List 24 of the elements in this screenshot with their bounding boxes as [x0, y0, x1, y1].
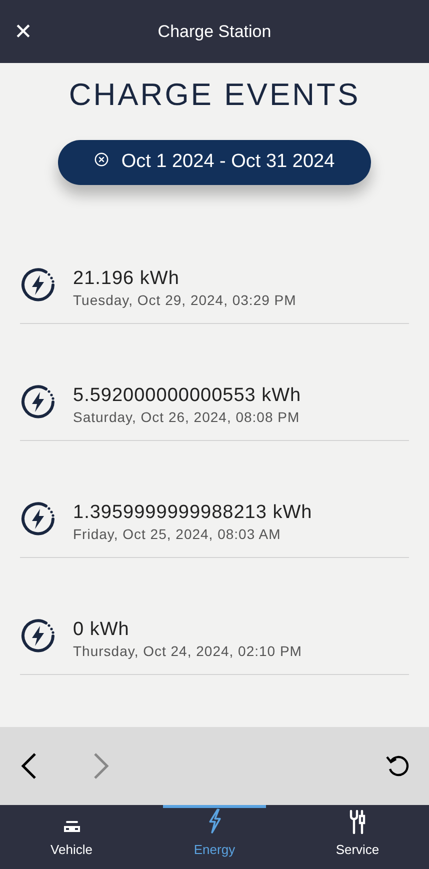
refresh-button[interactable] — [385, 753, 411, 779]
tools-icon — [348, 810, 366, 834]
event-date: Friday, Oct 25, 2024, 08:03 AM — [73, 525, 282, 543]
event-date: Tuesday, Oct 29, 2024, 03:29 PM — [73, 291, 296, 309]
event-date: Thursday, Oct 24, 2024, 02:10 PM — [73, 642, 302, 660]
window-title: Charge Station — [158, 20, 272, 43]
date-range-button[interactable]: Oct 1 2024 - Oct 31 2024 — [58, 140, 371, 185]
car-icon — [62, 820, 80, 834]
close-button[interactable]: ✕ — [14, 20, 32, 42]
clear-icon — [94, 152, 110, 167]
tab[interactable]: Vehicle — [20, 805, 123, 869]
charge-icon — [20, 384, 56, 420]
energy-amount: 21.196 kWh — [73, 267, 180, 291]
charge-icon — [20, 501, 56, 537]
event-date: Saturday, Oct 26, 2024, 08:08 PM — [73, 408, 301, 426]
page-heading: CHARGE EVENTS — [68, 76, 360, 114]
energy-amount: 0 kWh — [73, 618, 130, 642]
charge-icon — [20, 267, 56, 303]
lightning-icon — [206, 808, 222, 834]
energy-amount: 1.3959999999988213 kWh — [73, 501, 312, 525]
tab[interactable]: Service — [306, 805, 409, 869]
charge-icon — [20, 618, 56, 654]
tab[interactable]: Energy — [163, 805, 266, 869]
energy-amount: 5.592000000000553 kWh — [73, 384, 302, 408]
